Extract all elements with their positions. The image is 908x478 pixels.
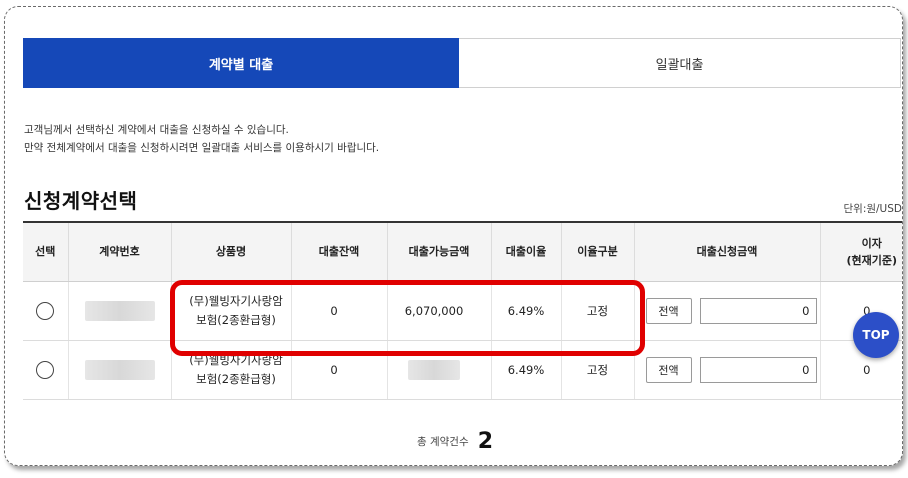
contract-no-cell bbox=[67, 340, 171, 400]
loan-tabs: 계약별 대출 일괄대출 bbox=[23, 38, 901, 88]
masked-contract-no bbox=[84, 300, 155, 321]
header-available: 대출가능금액 bbox=[386, 221, 491, 282]
product-cell: (무)웰빙자기사랑암 보험(2종환급형) bbox=[170, 340, 291, 400]
rate-type-cell: 고정 bbox=[560, 340, 634, 400]
select-cell bbox=[23, 281, 68, 341]
total-count: 2 bbox=[477, 429, 494, 454]
available-cell bbox=[386, 340, 491, 400]
select-radio[interactable] bbox=[36, 301, 55, 320]
header-rate: 대출이율 bbox=[490, 221, 561, 282]
product-name-line2: 보험(2종환급형) bbox=[196, 312, 276, 327]
total-contracts: 총 계약건수 2 bbox=[5, 429, 902, 454]
request-amount-input[interactable] bbox=[699, 356, 817, 383]
header-interest-line2: (현재기준) bbox=[846, 253, 898, 267]
header-balance: 대출잔액 bbox=[290, 221, 387, 282]
tab-contract-loan[interactable]: 계약별 대출 bbox=[23, 38, 459, 88]
rate-cell: 6.49% bbox=[490, 340, 561, 400]
product-name-line1: (무)웰빙자기사랑암 bbox=[189, 293, 283, 308]
description-line-2: 만약 전체계약에서 대출을 신청하시려면 일괄대출 서비스를 이용하시기 바랍니… bbox=[24, 142, 380, 154]
contract-table: 선택 계약번호 상품명 대출잔액 대출가능금액 대출이율 이율구분 대출신청금액… bbox=[23, 221, 902, 400]
request-cell: 전액 bbox=[633, 281, 820, 341]
header-select: 선택 bbox=[23, 221, 68, 282]
header-interest: 이자 (현재기준) bbox=[819, 221, 902, 282]
section-title: 신청계약선택 bbox=[24, 189, 138, 213]
masked-contract-no bbox=[84, 359, 155, 380]
rate-cell: 6.49% bbox=[490, 281, 561, 341]
masked-available-amount bbox=[408, 359, 460, 380]
scroll-top-button[interactable]: TOP bbox=[853, 312, 899, 358]
table-header-row: 선택 계약번호 상품명 대출잔액 대출가능금액 대출이율 이율구분 대출신청금액… bbox=[23, 221, 902, 282]
description-line-1: 고객님께서 선택하신 계약에서 대출을 신청하실 수 있습니다. bbox=[24, 124, 289, 136]
full-amount-button[interactable]: 전액 bbox=[645, 356, 692, 383]
unit-label: 단위:원/USD bbox=[843, 203, 903, 215]
header-interest-line1: 이자 bbox=[861, 236, 882, 250]
select-cell bbox=[23, 340, 68, 400]
table-row: (무)웰빙자기사랑암 보험(2종환급형) 0 6,070,000 6.49% 고… bbox=[23, 281, 902, 341]
description: 고객님께서 선택하신 계약에서 대출을 신청하실 수 있습니다. 만약 전체계약… bbox=[24, 121, 379, 157]
header-contract-no: 계약번호 bbox=[67, 221, 171, 282]
request-cell: 전액 bbox=[633, 340, 820, 400]
header-product: 상품명 bbox=[170, 221, 291, 282]
product-name-line1: (무)웰빙자기사랑암 bbox=[189, 352, 283, 367]
full-amount-button[interactable]: 전액 bbox=[645, 297, 692, 324]
tab-bulk-loan[interactable]: 일괄대출 bbox=[459, 38, 901, 88]
total-label: 총 계약건수 bbox=[416, 436, 469, 448]
table-row: (무)웰빙자기사랑암 보험(2종환급형) 0 6.49% 고정 전액 0 bbox=[23, 340, 902, 400]
contract-no-cell bbox=[67, 281, 171, 341]
product-cell: (무)웰빙자기사랑암 보험(2종환급형) bbox=[170, 281, 291, 341]
select-radio[interactable] bbox=[36, 360, 55, 379]
balance-cell: 0 bbox=[290, 340, 387, 400]
rate-type-cell: 고정 bbox=[560, 281, 634, 341]
header-rate-type: 이율구분 bbox=[560, 221, 634, 282]
product-name-line2: 보험(2종환급형) bbox=[196, 371, 276, 386]
available-cell: 6,070,000 bbox=[386, 281, 491, 341]
header-request-amount: 대출신청금액 bbox=[633, 221, 820, 282]
request-amount-input[interactable] bbox=[699, 297, 817, 324]
content-frame: 계약별 대출 일괄대출 고객님께서 선택하신 계약에서 대출을 신청하실 수 있… bbox=[4, 6, 903, 466]
balance-cell: 0 bbox=[290, 281, 387, 341]
